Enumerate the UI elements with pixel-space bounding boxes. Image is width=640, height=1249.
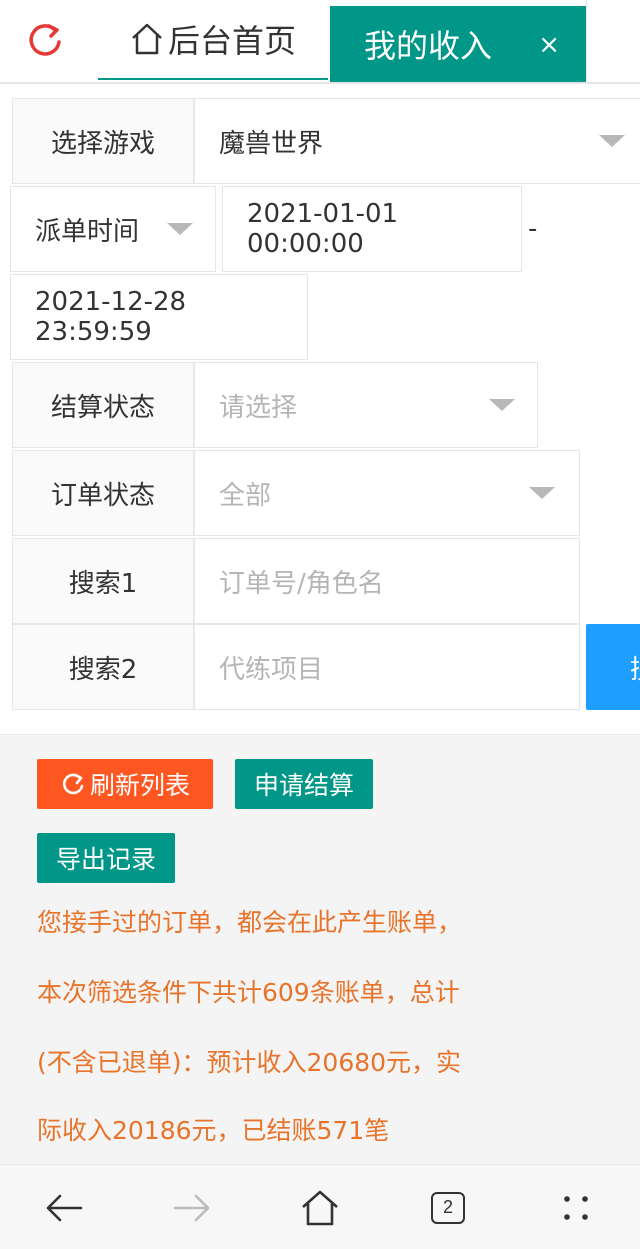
export-records-button[interactable]: 导出记录	[37, 833, 175, 883]
result-panel: 刷新列表 申请结算 导出记录 您接手过的订单，都会在此产生账单， 本次筛选条件下…	[0, 734, 640, 1164]
search1-label-text: 搜索1	[68, 568, 138, 599]
game-label: 选择游戏	[12, 98, 194, 184]
order-status-label-text: 订单状态	[50, 480, 155, 511]
order-status-label: 订单状态	[12, 450, 194, 536]
chevron-down-icon	[167, 223, 193, 235]
browser-nav-bar: 2	[0, 1164, 640, 1249]
search2-input[interactable]: 代练项目	[194, 624, 580, 710]
close-icon[interactable]: ×	[538, 32, 560, 58]
search-button[interactable]: 搜	[586, 624, 640, 710]
tab-home[interactable]: 后台首页	[98, 0, 328, 80]
search1-label: 搜索1	[12, 538, 194, 624]
refresh-icon	[60, 771, 86, 797]
refresh-list-label: 刷新列表	[89, 771, 190, 800]
order-status-value: 全部	[219, 480, 272, 511]
search-button-label: 搜	[630, 649, 640, 686]
refresh-icon	[29, 24, 61, 56]
time-type-value: 派单时间	[35, 216, 140, 247]
settle-status-select[interactable]: 请选择	[194, 362, 538, 448]
tab-bar: 后台首页 我的收入 ×	[0, 0, 640, 84]
back-arrow-icon	[46, 1194, 83, 1221]
apply-settlement-button[interactable]: 申请结算	[235, 759, 373, 809]
tab-my-income[interactable]: 我的收入 ×	[330, 6, 586, 82]
search1-placeholder: 订单号/角色名	[219, 568, 384, 599]
notice-line-3: (不含已退单)：预计收入20680元，实	[37, 1048, 462, 1077]
search2-label: 搜索2	[12, 624, 194, 710]
settle-status-placeholder: 请选择	[219, 392, 298, 423]
apply-settlement-label: 申请结算	[253, 771, 354, 800]
home-icon	[302, 1190, 338, 1225]
game-label-text: 选择游戏	[50, 128, 155, 159]
more-button[interactable]	[526, 1165, 626, 1249]
notice-line-1: 您接手过的订单，都会在此产生账单，	[37, 908, 463, 937]
refresh-page-button[interactable]	[0, 0, 90, 80]
chevron-down-icon	[529, 487, 555, 499]
game-select[interactable]: 魔兽世界	[194, 98, 640, 184]
tabs-button[interactable]: 2	[398, 1165, 498, 1249]
refresh-list-button[interactable]: 刷新列表	[37, 759, 213, 809]
time-start-value: 2021-01-01 00:00:00	[247, 199, 399, 259]
tab-overflow[interactable]	[586, 0, 640, 80]
settle-status-label: 结算状态	[12, 362, 194, 448]
notice-line-2: 本次筛选条件下共计609条账单，总计	[37, 978, 460, 1007]
forward-arrow-icon	[173, 1194, 210, 1221]
search2-label-text: 搜索2	[68, 654, 138, 685]
chevron-down-icon	[489, 399, 515, 411]
search1-input[interactable]: 订单号/角色名	[194, 538, 580, 624]
settle-status-label-text: 结算状态	[50, 392, 155, 423]
home-icon	[130, 22, 164, 56]
time-end-value: 2021-12-28 23:59:59	[35, 287, 187, 347]
game-select-value: 魔兽世界	[219, 128, 324, 159]
home-button[interactable]	[270, 1165, 370, 1249]
order-status-select[interactable]: 全部	[194, 450, 580, 536]
more-icon	[564, 1195, 588, 1220]
search2-placeholder: 代练项目	[219, 654, 324, 685]
time-end-input[interactable]: 2021-12-28 23:59:59	[10, 274, 308, 360]
time-separator: -	[528, 214, 538, 244]
time-type-select[interactable]: 派单时间	[10, 186, 216, 272]
tab-my-income-label: 我的收入	[364, 27, 493, 65]
notice-line-4: 际收入20186元，已结账571笔	[37, 1116, 390, 1145]
export-records-label: 导出记录	[55, 845, 156, 874]
forward-button[interactable]	[142, 1165, 242, 1249]
chevron-down-icon	[599, 135, 625, 147]
tabs-icon: 2	[431, 1191, 465, 1224]
back-button[interactable]	[14, 1165, 114, 1249]
time-start-input[interactable]: 2021-01-01 00:00:00	[222, 186, 522, 272]
tab-home-label: 后台首页	[167, 22, 296, 60]
